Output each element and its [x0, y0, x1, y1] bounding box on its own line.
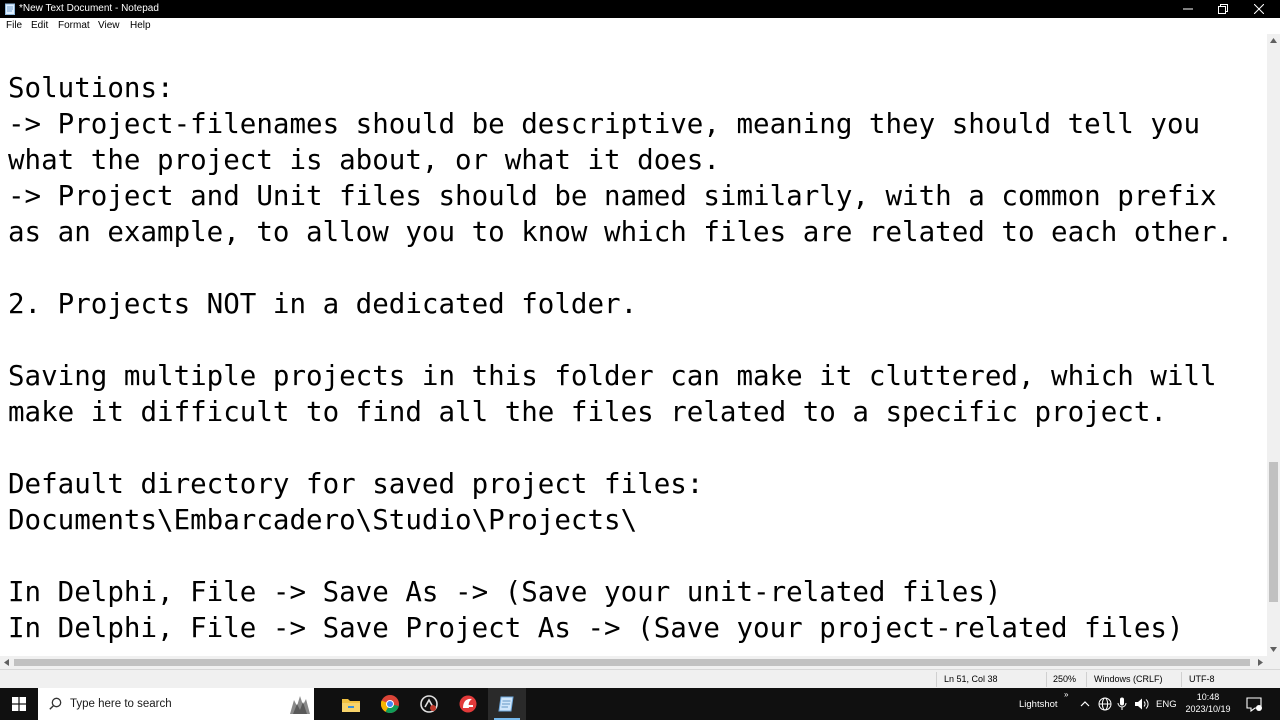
start-button[interactable]	[0, 688, 38, 720]
app-icon	[420, 695, 438, 713]
restore-button[interactable]	[1205, 0, 1241, 18]
folder-icon	[342, 698, 360, 712]
menu-file[interactable]: File	[6, 20, 22, 32]
menu-bar: File Edit Format View Help	[0, 18, 1280, 34]
caret-up-icon	[1270, 38, 1277, 43]
vertical-scrollbar[interactable]	[1267, 34, 1280, 656]
input-language[interactable]: ENG	[1156, 699, 1177, 710]
search-highlight-icon	[290, 696, 310, 714]
horizontal-scroll-thumb[interactable]	[14, 659, 1250, 666]
scroll-right-button[interactable]	[1254, 656, 1267, 669]
cursor-position: Ln 51, Col 38	[944, 674, 998, 684]
scroll-up-button[interactable]	[1267, 34, 1280, 47]
encoding: UTF-8	[1189, 674, 1215, 684]
status-separator	[1046, 672, 1047, 687]
globe-icon[interactable]	[1098, 697, 1112, 711]
tray-lightshot-label[interactable]: Lightshot	[1019, 699, 1058, 710]
chrome-taskbar-button[interactable]	[371, 688, 409, 720]
notepad-icon	[498, 696, 514, 712]
scrollbar-corner	[1267, 656, 1280, 669]
chevron-up-icon[interactable]	[1080, 697, 1090, 711]
delphi-taskbar-button[interactable]	[449, 688, 487, 720]
menu-format[interactable]: Format	[58, 20, 90, 32]
window-title: *New Text Document - Notepad	[19, 3, 159, 14]
notification-icon[interactable]	[1246, 696, 1262, 712]
microphone-icon[interactable]	[1117, 697, 1127, 711]
line-ending: Windows (CRLF)	[1094, 674, 1163, 684]
restore-icon	[1218, 4, 1228, 14]
taskbar: Type here to search Lightshot » ENG 10:4…	[0, 688, 1280, 720]
caret-left-icon	[4, 659, 9, 666]
windows-logo-icon	[12, 697, 26, 711]
search-placeholder: Type here to search	[70, 698, 172, 710]
notepad-taskbar-button[interactable]	[488, 688, 526, 720]
zoom-level: 250%	[1053, 674, 1077, 684]
text-editor[interactable]: Solutions: -> Project-filenames should b…	[0, 34, 1267, 656]
title-bar: *New Text Document - Notepad	[0, 0, 1280, 18]
chrome-icon	[381, 695, 399, 713]
document-text: Solutions: -> Project-filenames should b…	[8, 72, 1234, 644]
app-taskbar-button[interactable]	[410, 688, 448, 720]
close-icon	[1254, 4, 1264, 14]
clock-time: 10:48	[1196, 692, 1220, 702]
scroll-left-button[interactable]	[0, 656, 13, 669]
caret-right-icon	[1258, 659, 1263, 666]
close-button[interactable]	[1241, 0, 1277, 18]
menu-edit[interactable]: Edit	[31, 20, 48, 32]
volume-icon[interactable]	[1135, 697, 1150, 711]
tray-overflow-chevron: »	[1064, 690, 1069, 699]
taskbar-search-box[interactable]: Type here to search	[38, 688, 314, 720]
notepad-icon	[5, 3, 15, 15]
search-icon	[49, 697, 62, 710]
taskbar-clock[interactable]: 10:48 2023/10/19	[1180, 691, 1236, 715]
status-separator	[1086, 672, 1087, 687]
delphi-helmet-icon	[459, 695, 477, 713]
menu-view[interactable]: View	[98, 20, 120, 32]
scroll-down-button[interactable]	[1267, 643, 1280, 656]
status-separator	[1181, 672, 1182, 687]
vertical-scroll-thumb[interactable]	[1269, 462, 1278, 602]
clock-date: 2023/10/19	[1185, 704, 1231, 714]
minimize-button[interactable]	[1170, 0, 1206, 18]
caret-down-icon	[1270, 647, 1277, 652]
menu-help[interactable]: Help	[130, 20, 151, 32]
minimize-icon	[1183, 8, 1193, 10]
status-bar: Ln 51, Col 38 250% Windows (CRLF) UTF-8	[0, 669, 1280, 688]
horizontal-scrollbar[interactable]	[0, 656, 1267, 669]
status-separator	[936, 672, 937, 687]
file-explorer-taskbar-button[interactable]	[332, 688, 370, 720]
